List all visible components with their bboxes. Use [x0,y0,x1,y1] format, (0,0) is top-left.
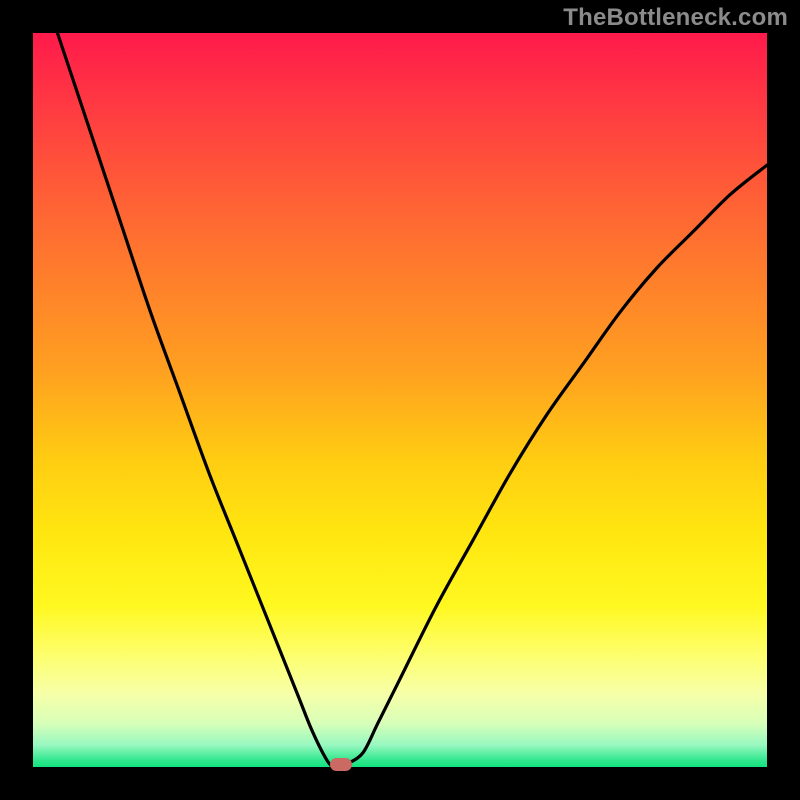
watermark-text: TheBottleneck.com [563,4,788,32]
chart-frame: TheBottleneck.com [0,0,800,800]
curve-svg [33,33,767,767]
plot-area [33,33,767,767]
bottleneck-curve-path [33,33,767,767]
optimal-marker [330,758,352,771]
